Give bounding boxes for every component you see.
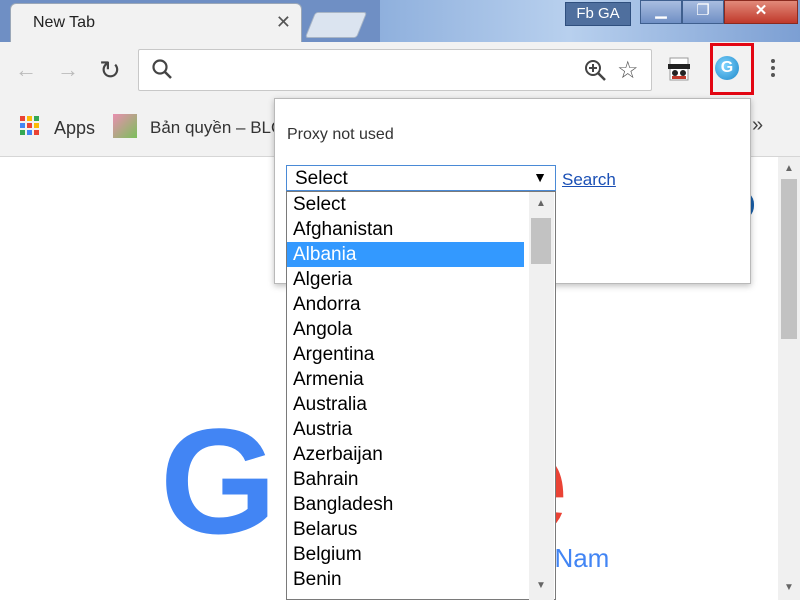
bookmarks-overflow-button[interactable]: » (752, 114, 763, 137)
country-dropdown-list[interactable]: Select Afghanistan Albania Algeria Andorra An… (286, 191, 556, 600)
country-option[interactable]: Algeria (287, 267, 524, 292)
tab-close-icon[interactable]: ✕ (276, 12, 291, 33)
zoom-in-icon[interactable] (583, 58, 607, 87)
scroll-up-arrow-icon[interactable]: ▲ (784, 163, 794, 174)
page-scrollbar[interactable]: ▲ ▼ (778, 157, 800, 600)
minimize-button[interactable]: ▁ (640, 0, 682, 24)
menu-dots-icon[interactable] (766, 56, 780, 82)
country-option[interactable]: Bahrain (287, 467, 524, 492)
country-option[interactable]: Select (287, 192, 524, 217)
country-option[interactable]: Benin (287, 567, 524, 592)
page-scrollbar-thumb[interactable] (781, 179, 797, 339)
country-option[interactable]: Argentina (287, 342, 524, 367)
country-option[interactable]: Austria (287, 417, 524, 442)
country-option[interactable]: Angola (287, 317, 524, 342)
country-option[interactable]: Albania (287, 242, 524, 267)
country-option[interactable]: Belgium (287, 542, 524, 567)
country-option[interactable]: Armenia (287, 367, 524, 392)
search-link[interactable]: Search (562, 170, 616, 190)
apps-bookmark-label[interactable]: Apps (54, 118, 95, 139)
dropdown-scroll-up-icon[interactable]: ▲ (536, 198, 546, 209)
star-icon[interactable]: ☆ (617, 56, 639, 85)
dropdown-scroll-down-icon[interactable]: ▼ (536, 580, 546, 591)
country-option[interactable]: Bangladesh (287, 492, 524, 517)
country-select[interactable]: Select ▼ (286, 165, 556, 191)
bookmark-item-label[interactable]: Bản quyền – BLO (150, 118, 284, 138)
country-option[interactable]: Azerbaijan (287, 442, 524, 467)
country-option[interactable]: Afghanistan (287, 217, 524, 242)
dropdown-scrollbar[interactable]: ▲ ▼ (529, 192, 554, 600)
incognito-extension-icon[interactable] (666, 56, 692, 82)
proxy-status-text: Proxy not used (287, 126, 394, 143)
dropdown-scrollbar-thumb[interactable] (531, 218, 551, 264)
back-arrow-icon[interactable]: ← (14, 58, 38, 82)
proxy-extension-icon[interactable]: G (715, 56, 739, 80)
search-icon (151, 58, 173, 85)
address-bar[interactable]: ☆ (138, 49, 652, 91)
google-logo: Ge (160, 397, 568, 565)
country-option[interactable]: Andorra (287, 292, 524, 317)
chevron-down-icon[interactable]: ▼ (533, 169, 547, 185)
new-tab-button[interactable] (304, 12, 368, 38)
forward-arrow-icon[interactable]: → (56, 58, 80, 82)
country-option[interactable]: Australia (287, 392, 524, 417)
tab-title: New Tab (33, 14, 95, 31)
country-option[interactable]: Belarus (287, 517, 524, 542)
apps-grid-icon[interactable] (20, 116, 40, 136)
maximize-button[interactable]: ❐ (682, 0, 724, 24)
scroll-down-arrow-icon[interactable]: ▼ (784, 582, 794, 593)
bookmark-favicon (113, 114, 137, 138)
profile-button[interactable]: Fb GA (565, 2, 631, 26)
tab-new-tab[interactable]: New Tab ✕ (10, 3, 302, 44)
close-window-button[interactable]: ✕ (724, 0, 798, 24)
country-select-value: Select (295, 168, 348, 189)
reload-icon[interactable]: ↻ (98, 57, 122, 83)
